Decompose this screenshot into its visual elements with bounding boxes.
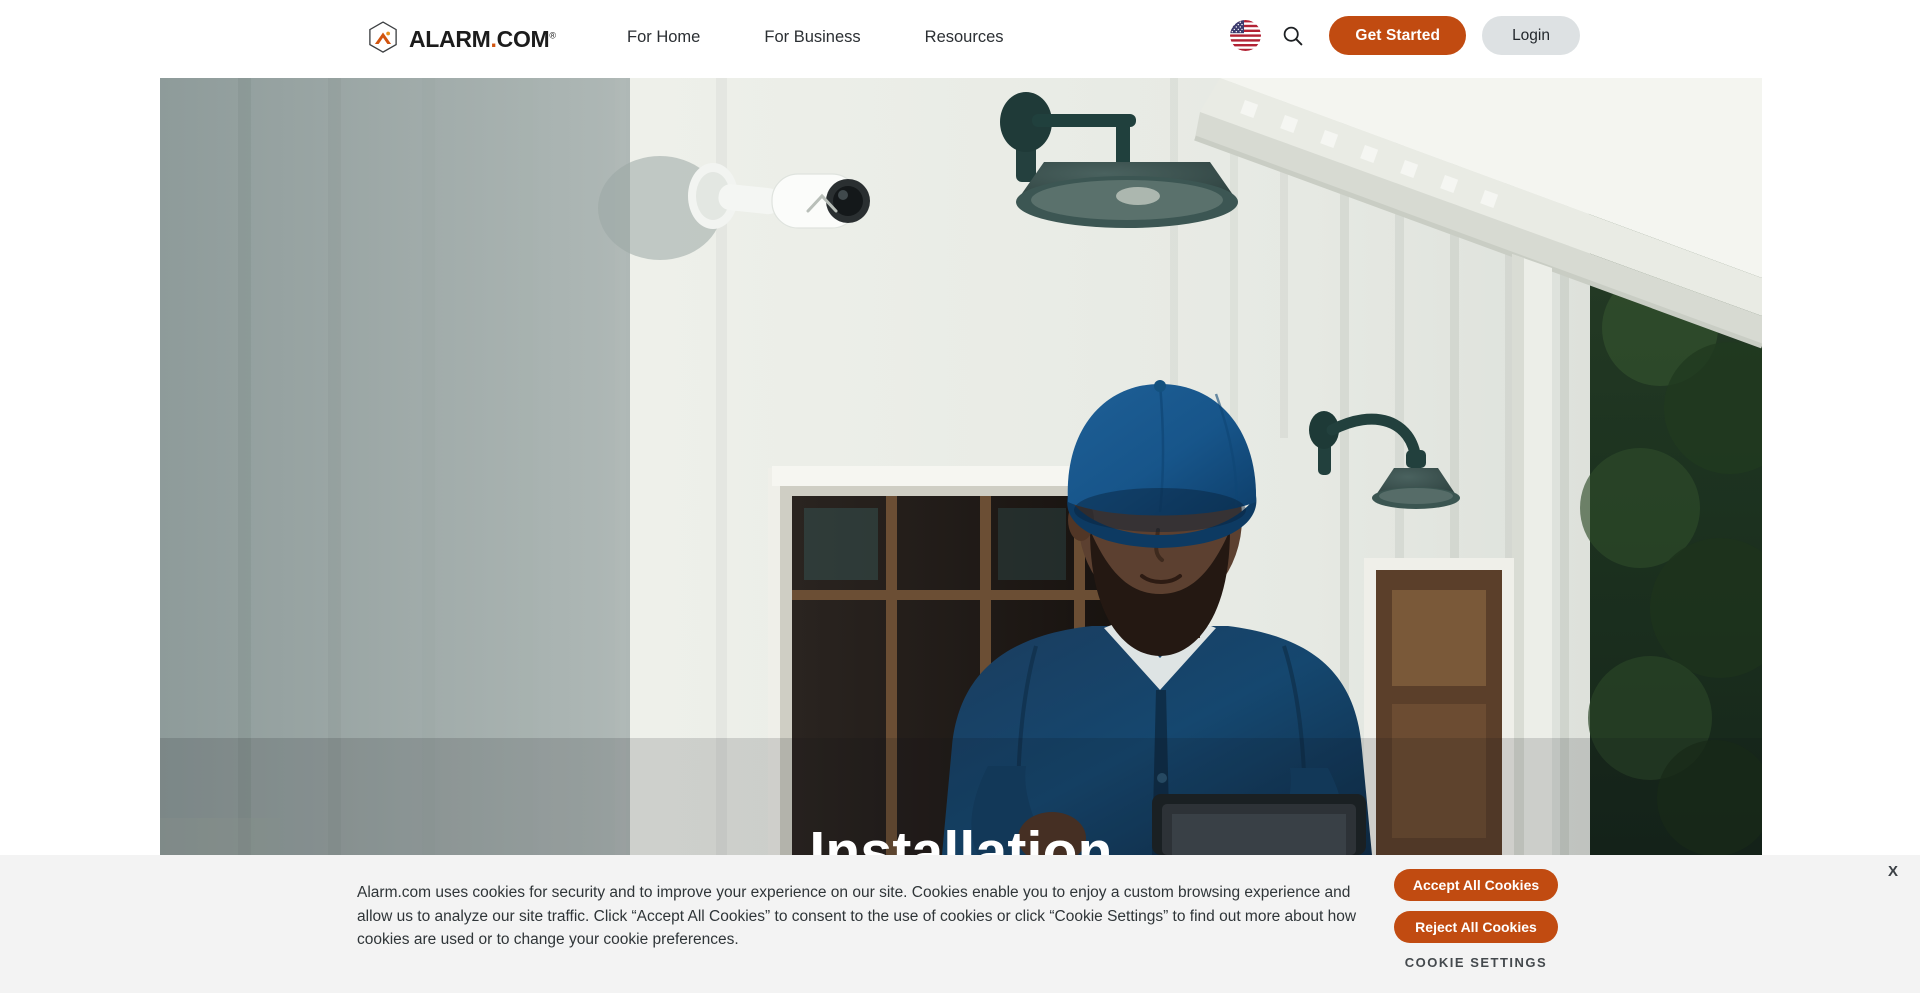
- hero-image: [160, 78, 1762, 855]
- site-header: ALARM.COM® For Home For Business Resourc…: [0, 0, 1920, 78]
- us-flag-icon[interactable]: [1230, 20, 1262, 51]
- alarm-dot-com-logo[interactable]: ALARM.COM®: [364, 20, 556, 58]
- nav-item-for-business[interactable]: For Business: [764, 28, 860, 47]
- nav-item-resources[interactable]: Resources: [925, 28, 1004, 47]
- get-started-button[interactable]: Get Started: [1329, 16, 1467, 55]
- header-actions: Get Started Login: [1230, 16, 1580, 55]
- alarm-hexagon-logo: [369, 21, 397, 53]
- close-icon[interactable]: X: [1880, 859, 1906, 885]
- login-button[interactable]: Login: [1482, 16, 1580, 55]
- cookie-settings-link[interactable]: COOKIE SETTINGS: [1405, 955, 1547, 970]
- search-button[interactable]: [1275, 18, 1311, 54]
- cookie-banner-actions: Accept All Cookies Reject All Cookies CO…: [1394, 869, 1558, 970]
- accept-all-cookies-button[interactable]: Accept All Cookies: [1394, 869, 1558, 901]
- cookie-consent-banner: Alarm.com uses cookies for security and …: [0, 855, 1920, 993]
- search-icon: [1284, 26, 1303, 45]
- reject-all-cookies-button[interactable]: Reject All Cookies: [1394, 911, 1558, 943]
- page-root: ALARM.COM® For Home For Business Resourc…: [0, 0, 1920, 993]
- cookie-banner-text: Alarm.com uses cookies for security and …: [357, 884, 1357, 948]
- primary-navigation: For Home For Business Resources: [627, 28, 1004, 47]
- hero-video-section[interactable]: Installation: [160, 78, 1762, 855]
- nav-item-for-home[interactable]: For Home: [627, 28, 700, 47]
- logo-wordmark: ALARM.COM®: [409, 25, 556, 52]
